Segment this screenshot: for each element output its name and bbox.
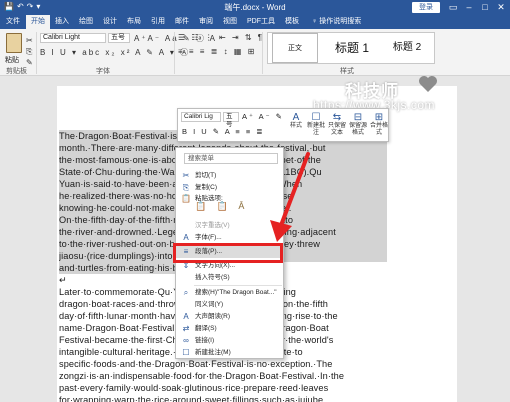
menu-item-new-comment[interactable]: ☐ 新建批注(M): [176, 347, 283, 359]
tab-view[interactable]: 视图: [219, 15, 241, 29]
style-heading-1[interactable]: 标题 1: [324, 33, 380, 63]
ribbon-tabs: 文件 开始 插入 绘图 设计 布局 引用 邮件 审阅 视图 PDF工具 模板 ♀…: [0, 15, 510, 29]
tab-layout[interactable]: 布局: [123, 15, 145, 29]
link-icon: ∞: [183, 336, 189, 345]
tell-me-search[interactable]: ♀ 操作说明搜索: [312, 15, 361, 29]
ribbon-display-icon[interactable]: ▭: [446, 1, 460, 13]
menu-item-link[interactable]: ∞ 链接(I): [176, 335, 283, 347]
maximize-icon[interactable]: □: [478, 1, 492, 13]
mini-format-icons[interactable]: B I U ✎ A ≡ ≡ ≣: [182, 127, 265, 136]
new-comment-icon: ☐: [182, 348, 190, 357]
font-name-box[interactable]: Calibri Light: [40, 33, 106, 43]
title-bar: 💾↶↷▾ 端午.docx - Word 登录 ▭ – □ ✕: [0, 0, 510, 15]
paste-label: 粘贴: [5, 57, 19, 64]
paste-icon: 📋: [181, 194, 191, 203]
paragraph-list-icons[interactable]: ☰ ☷ ⋮ ⇤ ⇥ ⇅ ¶: [178, 33, 264, 42]
copy-icon: ⎘: [182, 183, 190, 192]
tab-references[interactable]: 引用: [147, 15, 169, 29]
tab-templates[interactable]: 模板: [280, 15, 304, 29]
mini-font-grow-icons[interactable]: A⁺ A⁻ ✎: [242, 112, 284, 121]
tab-home[interactable]: 开始: [26, 15, 50, 29]
mini-new-comment-button[interactable]: ☐ 新建批注: [306, 112, 326, 137]
menu-item-synonyms[interactable]: 同义词(Y): [176, 299, 283, 311]
tab-draw[interactable]: 绘图: [75, 15, 97, 29]
mini-font-name-box[interactable]: Calibri Lig: [181, 112, 221, 122]
font-format-icons[interactable]: B I U ▾ abc x₂ x² A ✎ A ▾ Ⓐ: [40, 47, 190, 58]
doc-line[interactable]: for·wrapping·warp·the·rice·around·sweet·…: [59, 394, 387, 402]
tab-insert[interactable]: 插入: [51, 15, 73, 29]
mini-toolbar: Calibri Lig 五号 A⁺ A⁻ ✎ B I U ✎ A ≡ ≡ ≣ A…: [177, 108, 389, 142]
keep-source-icon: ⊟: [353, 112, 363, 123]
doc-line[interactable]: specific·foods·and·the·Dragon·Boat·Festi…: [59, 358, 387, 370]
tab-file[interactable]: 文件: [2, 15, 24, 29]
comment-icon: ☐: [311, 112, 321, 123]
style-normal[interactable]: 正文: [272, 33, 318, 63]
mini-styles-button[interactable]: A 样式: [286, 112, 306, 130]
tab-pdf-tools[interactable]: PDF工具: [245, 15, 277, 29]
annotation-arrow: [270, 152, 310, 242]
mini-font-size-box[interactable]: 五号: [223, 112, 239, 128]
menu-item-read-aloud[interactable]: A 大声朗读(R): [176, 311, 283, 323]
paragraph-align-icons[interactable]: ≡ ≡ ≡ ≣ ↕ ▦ ⊞: [178, 47, 256, 56]
menu-item-translate[interactable]: ⇄ 翻译(S): [176, 323, 283, 335]
translate-icon: ⇄: [182, 324, 190, 333]
merge-format-icon: ⊞: [374, 112, 384, 123]
mini-merge-format-button[interactable]: ⊞ 合并格式: [369, 112, 389, 137]
clipboard-icons[interactable]: ✂ ⎘ ✎: [26, 35, 36, 68]
group-separator: [262, 32, 263, 74]
minimize-icon[interactable]: –: [462, 1, 476, 13]
mini-keep-source-button[interactable]: ⊟ 保留源格式: [348, 112, 368, 137]
login-button[interactable]: 登录: [412, 2, 440, 13]
styles-group-label: 样式: [340, 68, 354, 75]
tab-design[interactable]: 设计: [99, 15, 121, 29]
font-group-label: 字体: [96, 68, 110, 75]
styles-icon: A: [292, 112, 300, 123]
close-icon[interactable]: ✕: [494, 1, 508, 13]
paste-option-icons[interactable]: 📋 📋 Ā: [195, 201, 248, 212]
mini-keep-text-only-button[interactable]: ⇆ 只保留文本: [327, 112, 347, 137]
group-separator: [36, 32, 37, 74]
clipboard-group-label: 剪贴板: [6, 68, 27, 75]
menu-item-search[interactable]: ⌕ 搜索(H)"The Dragon Boat...": [176, 287, 283, 299]
ribbon: 粘贴 ✂ ⎘ ✎ 剪贴板 Calibri Light 五号 A⁺A⁻ Aa ✎ ⓐ …: [0, 29, 510, 76]
style-heading-2[interactable]: 标题 2: [382, 33, 432, 63]
cut-icon: ✂: [182, 171, 190, 180]
menu-item-insert-symbol[interactable]: 插入符号(S): [176, 272, 283, 284]
doc-line[interactable]: past·every·family·would·soak·glutinous·r…: [59, 382, 387, 394]
group-separator: [174, 32, 175, 74]
tab-mailings[interactable]: 邮件: [171, 15, 193, 29]
paste-icon[interactable]: [6, 33, 22, 53]
menu-separator: [194, 285, 282, 286]
keep-text-icon: ⇆: [332, 112, 342, 123]
tab-review[interactable]: 审阅: [195, 15, 217, 29]
styles-gallery: 正文 标题 1 标题 2: [267, 32, 435, 64]
search-icon: ⌕: [183, 288, 189, 297]
font-size-box[interactable]: 五号: [108, 33, 130, 43]
watermark-heart-icon: [419, 76, 437, 92]
doc-line[interactable]: zongzi·is·an·indispensable·food·for·the·…: [59, 370, 387, 382]
read-aloud-icon: A: [183, 312, 189, 321]
